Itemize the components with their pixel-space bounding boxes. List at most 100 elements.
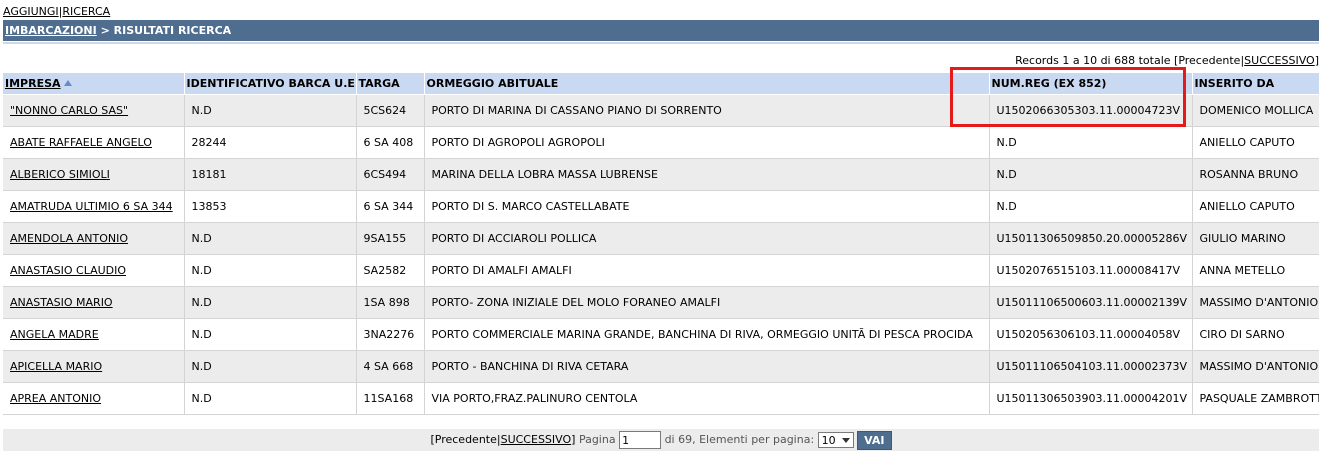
cell-impresa: ANGELA MADRE — [3, 318, 185, 351]
cell-identificativo: N.D — [184, 222, 357, 255]
go-button[interactable]: VAI — [857, 430, 892, 450]
pagination-bar: [Precedente|SUCCESSIVO] Pagina di 69, El… — [3, 429, 1319, 451]
pager-close: ] — [571, 433, 576, 446]
cell-identificativo: 28244 — [184, 126, 357, 159]
impresa-link[interactable]: APREA ANTONIO — [10, 392, 101, 405]
records-prev: [Precedente — [1174, 54, 1241, 67]
impresa-link[interactable]: "NONNO CARLO SAS" — [10, 104, 128, 117]
cell-inserito: DOMENICO MOLLICA — [1192, 94, 1319, 127]
table-header-row: IMPRESA IDENTIFICATIVO BARCA U.E TARGA O… — [3, 73, 1319, 95]
impresa-link[interactable]: ANGELA MADRE — [10, 328, 99, 341]
sort-link-impresa[interactable]: IMPRESA — [5, 77, 61, 90]
table-row: ANASTASIO MARIO N.D 1SA 898 PORTO- ZONA INI… — [3, 286, 1319, 319]
cell-ormeggio: PORTO DI MARINA DI CASSANO PIANO DI SORR… — [424, 94, 990, 127]
impresa-link[interactable]: ANASTASIO MARIO — [10, 296, 113, 309]
cell-numreg: N.D — [989, 158, 1193, 191]
cell-targa: 3NA2276 — [356, 318, 425, 351]
impresa-link[interactable]: AMATRUDA ULTIMIO 6 SA 344 — [10, 200, 173, 213]
cell-impresa: APREA ANTONIO — [3, 382, 185, 415]
table-row: ABATE RAFFAELE ANGELO 28244 6 SA 408 PORTO … — [3, 126, 1319, 159]
of-label: di 69, Elementi per pagina: — [664, 433, 815, 446]
top-links: AGGIUNGI|RICERCA — [3, 5, 111, 18]
cell-ormeggio: PORTO COMMERCIALE MARINA GRANDE, BANCHIN… — [424, 318, 990, 351]
cell-ormeggio: MARINA DELLA LOBRA MASSA LUBRENSE — [424, 158, 990, 191]
cell-numreg: U15011306503903.11.00004201V — [989, 382, 1193, 415]
breadcrumb-separator: > — [100, 24, 110, 37]
column-header-numreg: NUM.REG (EX 852) — [989, 73, 1193, 95]
cell-inserito: ANNA METELLO — [1192, 254, 1319, 287]
cell-numreg: U1502056306103.11.00004058V — [989, 318, 1193, 351]
cell-numreg: U15011106504103.11.00002373V — [989, 350, 1193, 383]
cell-ormeggio: PORTO DI ACCIAROLI POLLICA — [424, 222, 990, 255]
page-title: RISULTATI RICERCA — [113, 24, 232, 37]
cell-targa: 1SA 898 — [356, 286, 425, 319]
impresa-link[interactable]: ALBERICO SIMIOLI — [10, 168, 110, 181]
cell-identificativo: N.D — [184, 254, 357, 287]
table-row: AMATRUDA ULTIMIO 6 SA 344 13853 6 SA 344 PO… — [3, 190, 1319, 223]
chevron-down-icon — [841, 438, 850, 443]
impresa-link[interactable]: APICELLA MARIO — [10, 360, 102, 373]
table-row: APICELLA MARIO N.D 4 SA 668 PORTO - BANCHIN… — [3, 350, 1319, 383]
cell-inserito: ANIELLO CAPUTO — [1192, 190, 1319, 223]
cell-targa: 4 SA 668 — [356, 350, 425, 383]
cell-ormeggio: PORTO - BANCHINA DI RIVA CETARA — [424, 350, 990, 383]
search-link[interactable]: RICERCA — [62, 5, 110, 18]
cell-inserito: ROSANNA BRUNO — [1192, 158, 1319, 191]
records-summary: Records 1 a 10 di 688 totale [Precedente… — [1015, 54, 1319, 67]
cell-impresa: ALBERICO SIMIOLI — [3, 158, 185, 191]
cell-inserito: PASQUALE ZAMBROTTA — [1192, 382, 1319, 415]
table-row: ANGELA MADRE N.D 3NA2276 PORTO COMMERCIALE … — [3, 318, 1319, 351]
impresa-link[interactable]: ANASTASIO CLAUDIO — [10, 264, 126, 277]
column-header-ormeggio: ORMEGGIO ABITUALE — [424, 73, 990, 95]
cell-identificativo: N.D — [184, 350, 357, 383]
cell-identificativo: 13853 — [184, 190, 357, 223]
pager-prev: [Precedente — [430, 433, 497, 446]
column-header-identificativo: IDENTIFICATIVO BARCA U.E — [184, 73, 357, 95]
cell-numreg: U15011106500603.11.00002139V — [989, 286, 1193, 319]
per-page-select[interactable]: 10 — [817, 432, 854, 448]
sort-ascending-icon — [63, 80, 72, 86]
cell-identificativo: 18181 — [184, 158, 357, 191]
cell-ormeggio: VIA PORTO,FRAZ.PALINURO CENTOLA — [424, 382, 990, 415]
cell-impresa: ABATE RAFFAELE ANGELO — [3, 126, 185, 159]
page-number-input[interactable] — [619, 431, 662, 449]
cell-numreg: N.D — [989, 126, 1193, 159]
cell-targa: 9SA155 — [356, 222, 425, 255]
cell-targa: 6 SA 344 — [356, 190, 425, 223]
cell-targa: 5CS624 — [356, 94, 425, 127]
pager-next-link[interactable]: SUCCESSIVO — [501, 433, 572, 446]
cell-impresa: AMATRUDA ULTIMIO 6 SA 344 — [3, 190, 185, 223]
cell-numreg: N.D — [989, 190, 1193, 223]
table-row: ANASTASIO CLAUDIO N.D SA2582 PORTO DI AMALF… — [3, 254, 1319, 287]
cell-ormeggio: PORTO DI AMALFI AMALFI — [424, 254, 990, 287]
cell-inserito: MASSIMO D'ANTONIO — [1192, 286, 1319, 319]
cell-ormeggio: PORTO- ZONA INIZIALE DEL MOLO FORANEO AM… — [424, 286, 990, 319]
table-row: APREA ANTONIO N.D 11SA168 VIA PORTO,FRAZ.PA… — [3, 382, 1319, 415]
records-next-link[interactable]: SUCCESSIVO — [1244, 54, 1315, 67]
breadcrumb-imbarcazioni[interactable]: IMBARCAZIONI — [5, 24, 97, 37]
cell-impresa: ANASTASIO MARIO — [3, 286, 185, 319]
header-divider — [3, 42, 1319, 44]
cell-targa: 6 SA 408 — [356, 126, 425, 159]
table-row: AMENDOLA ANTONIO N.D 9SA155 PORTO DI ACCIAR… — [3, 222, 1319, 255]
cell-ormeggio: PORTO DI AGROPOLI AGROPOLI — [424, 126, 990, 159]
cell-numreg: U1502076515103.11.00008417V — [989, 254, 1193, 287]
cell-targa: SA2582 — [356, 254, 425, 287]
cell-inserito: CIRO DI SARNO — [1192, 318, 1319, 351]
cell-ormeggio: PORTO DI S. MARCO CASTELLABATE — [424, 190, 990, 223]
table-row: ALBERICO SIMIOLI 18181 6CS494 MARINA DELLA … — [3, 158, 1319, 191]
cell-impresa: ANASTASIO CLAUDIO — [3, 254, 185, 287]
column-header-impresa[interactable]: IMPRESA — [3, 73, 185, 95]
results-table: IMPRESA IDENTIFICATIVO BARCA U.E TARGA O… — [3, 73, 1319, 415]
cell-inserito: GIULIO MARINO — [1192, 222, 1319, 255]
cell-identificativo: N.D — [184, 94, 357, 127]
add-link[interactable]: AGGIUNGI — [3, 5, 59, 18]
impresa-link[interactable]: AMENDOLA ANTONIO — [10, 232, 128, 245]
impresa-link[interactable]: ABATE RAFFAELE ANGELO — [10, 136, 152, 149]
cell-identificativo: N.D — [184, 286, 357, 319]
records-count: Records 1 a 10 di 688 totale — [1015, 54, 1171, 67]
column-header-inserito: INSERITO DA — [1192, 73, 1319, 95]
cell-numreg: U15011306509850.20.00005286V — [989, 222, 1193, 255]
page-label: Pagina — [578, 433, 616, 446]
per-page-value: 10 — [821, 434, 836, 447]
